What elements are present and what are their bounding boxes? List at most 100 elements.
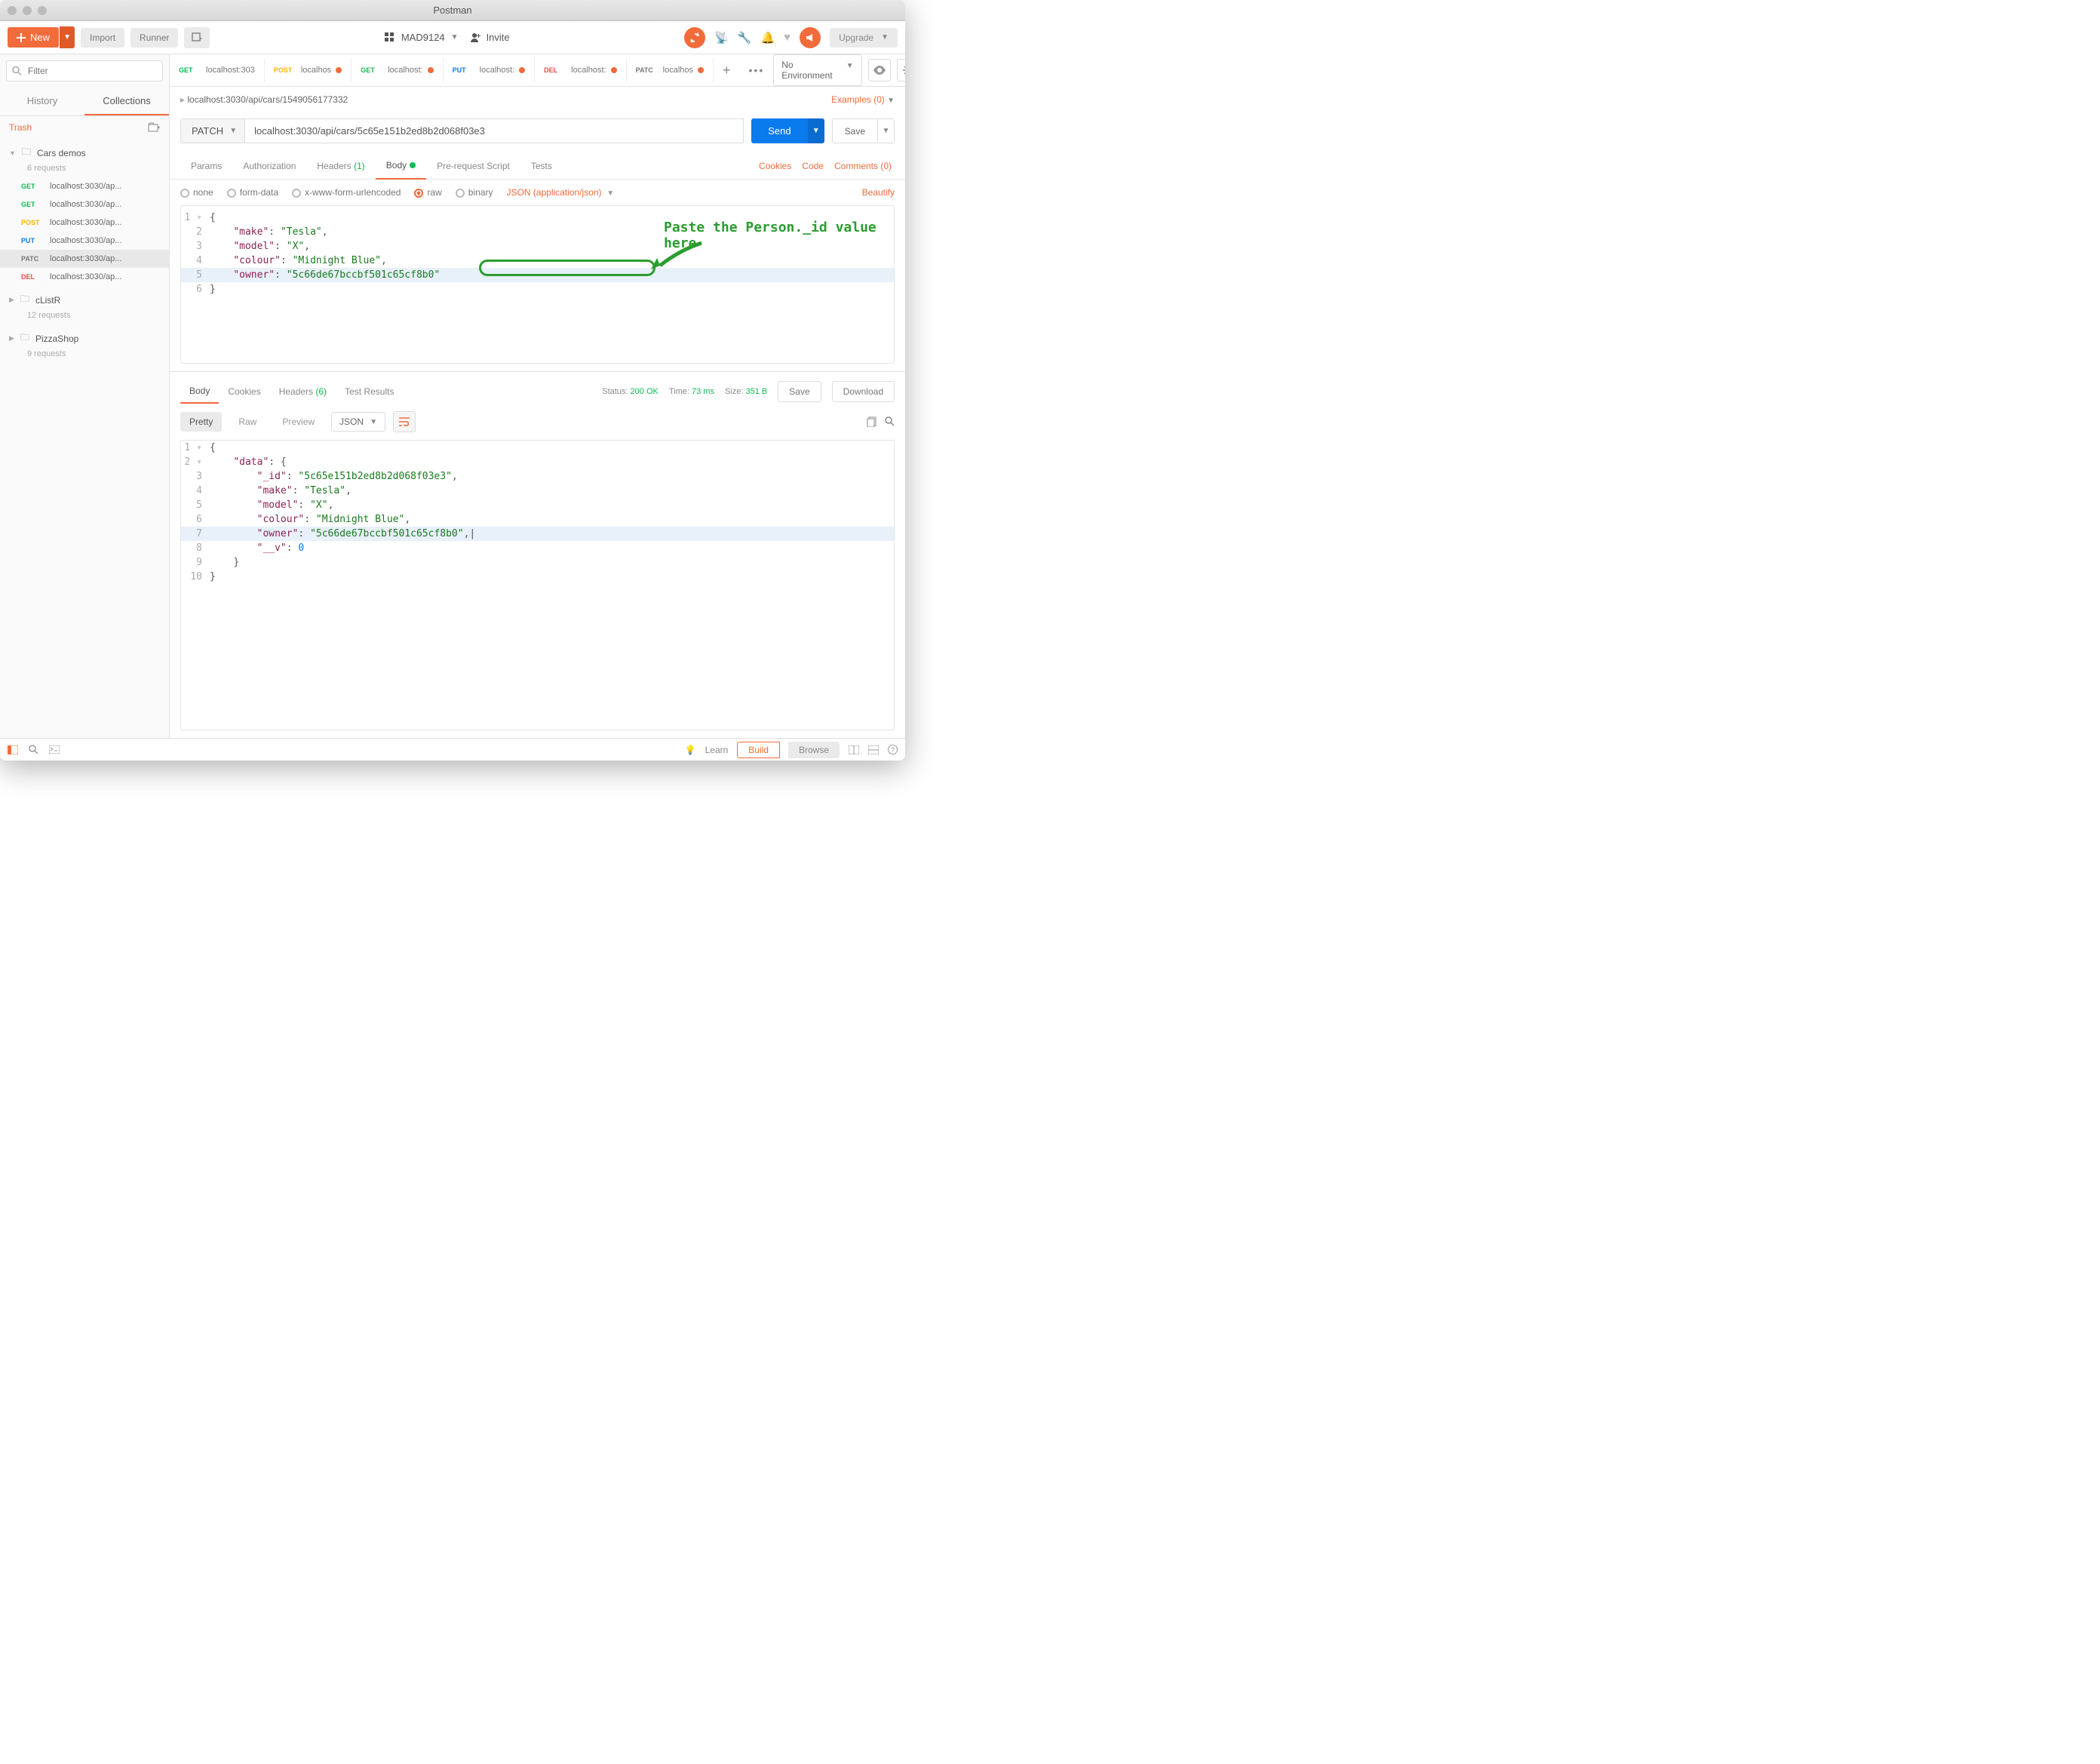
svg-text:?: ? bbox=[891, 746, 895, 754]
runner-button[interactable]: Runner bbox=[130, 28, 178, 48]
collection-folder[interactable]: ▼🗀Cars demos bbox=[0, 139, 169, 167]
beautify-link[interactable]: Beautify bbox=[862, 187, 895, 198]
tab-options-button[interactable]: ••• bbox=[740, 64, 774, 76]
comments-link[interactable]: Comments (0) bbox=[834, 161, 892, 171]
bodytype-none[interactable]: none bbox=[180, 187, 213, 198]
user-avatar[interactable] bbox=[800, 27, 821, 48]
find-icon[interactable] bbox=[29, 745, 38, 754]
invite-button[interactable]: Invite bbox=[471, 32, 510, 43]
body-indicator-dot bbox=[410, 162, 416, 168]
resp-format-selector[interactable]: JSON▼ bbox=[331, 412, 385, 432]
resp-view-raw[interactable]: Raw bbox=[229, 412, 266, 432]
sidebar-request-item[interactable]: GETlocalhost:3030/ap... bbox=[0, 177, 169, 195]
sync-icon bbox=[689, 32, 700, 43]
environment-selector[interactable]: No Environment ▼ bbox=[773, 54, 861, 86]
code-link[interactable]: Code bbox=[802, 161, 824, 171]
url-input[interactable] bbox=[244, 118, 744, 143]
new-button-dropdown[interactable]: ▼ bbox=[60, 26, 75, 48]
satellite-icon[interactable]: 📡 bbox=[714, 31, 729, 45]
help-icon[interactable]: ? bbox=[888, 745, 898, 754]
request-tab[interactable]: DELlocalhost: bbox=[535, 58, 626, 82]
window-icon bbox=[192, 32, 202, 43]
sidebar: History Collections Trash ▼🗀Cars demos6 … bbox=[0, 54, 170, 738]
browse-button[interactable]: Browse bbox=[788, 742, 840, 758]
sidebar-request-item[interactable]: PATClocalhost:3030/ap... bbox=[0, 250, 169, 268]
sidebar-request-item[interactable]: GETlocalhost:3030/ap... bbox=[0, 195, 169, 214]
layout-icon[interactable] bbox=[868, 745, 879, 754]
grid-icon bbox=[385, 32, 395, 43]
settings-button[interactable] bbox=[897, 59, 905, 81]
wrap-lines-button[interactable] bbox=[393, 411, 416, 432]
learn-link[interactable]: Learn bbox=[705, 745, 729, 755]
collection-folder[interactable]: ▶🗀PizzaShop bbox=[0, 324, 169, 352]
request-tab[interactable]: PATClocalhos bbox=[627, 58, 714, 82]
request-body-editor[interactable]: 1 ▾{ 2 "make": "Tesla", 3 "model": "X", … bbox=[180, 205, 895, 364]
bodytype-xwww[interactable]: x-www-form-urlencoded bbox=[292, 187, 401, 198]
download-response-button[interactable]: Download bbox=[832, 381, 895, 402]
send-button-dropdown[interactable]: ▼ bbox=[808, 118, 824, 143]
build-button[interactable]: Build bbox=[737, 742, 780, 758]
save-button-dropdown[interactable]: ▼ bbox=[878, 118, 895, 143]
resp-tab-cookies[interactable]: Cookies bbox=[219, 380, 269, 403]
request-tab[interactable]: POSTlocalhos bbox=[265, 58, 352, 82]
subtab-body[interactable]: Body bbox=[376, 152, 426, 180]
cookies-link[interactable]: Cookies bbox=[759, 161, 791, 171]
request-tab[interactable]: PUTlocalhost: bbox=[444, 58, 535, 82]
environment-quicklook-button[interactable] bbox=[868, 59, 891, 81]
request-tab[interactable]: GETlocalhost:303 bbox=[170, 58, 265, 82]
bodytype-raw[interactable]: raw bbox=[414, 187, 441, 198]
annotation-arrow bbox=[649, 239, 709, 277]
new-button[interactable]: New bbox=[8, 27, 59, 48]
bodytype-binary[interactable]: binary bbox=[456, 187, 493, 198]
workspace-selector[interactable]: MAD9124 ▼ bbox=[385, 32, 459, 43]
heart-icon[interactable]: ♥ bbox=[784, 31, 791, 44]
chevron-down-icon: ▼ bbox=[881, 33, 889, 41]
upgrade-button[interactable]: Upgrade ▼ bbox=[830, 28, 898, 48]
sync-button[interactable] bbox=[684, 27, 705, 48]
chevron-down-icon: ▼ bbox=[846, 62, 854, 70]
tab-collections[interactable]: Collections bbox=[84, 88, 169, 115]
subtab-authorization[interactable]: Authorization bbox=[232, 153, 306, 179]
sidebar-request-item[interactable]: POSTlocalhost:3030/ap... bbox=[0, 214, 169, 232]
subtab-headers[interactable]: Headers (1) bbox=[306, 153, 375, 179]
tab-history[interactable]: History bbox=[0, 88, 84, 115]
bodytype-formdata[interactable]: form-data bbox=[227, 187, 278, 198]
resp-view-preview[interactable]: Preview bbox=[273, 412, 324, 432]
two-pane-icon[interactable] bbox=[849, 745, 859, 754]
add-tab-button[interactable]: + bbox=[714, 63, 740, 78]
save-button[interactable]: Save bbox=[832, 118, 878, 143]
sidebar-request-item[interactable]: DELlocalhost:3030/ap... bbox=[0, 268, 169, 286]
copy-response-icon[interactable] bbox=[867, 416, 877, 427]
send-button[interactable]: Send bbox=[751, 118, 807, 143]
wrench-icon[interactable]: 🔧 bbox=[738, 31, 752, 45]
resp-tab-headers[interactable]: Headers (6) bbox=[270, 380, 336, 403]
resp-tab-testresults[interactable]: Test Results bbox=[336, 380, 403, 403]
content-type-selector[interactable]: JSON (application/json) ▼ bbox=[506, 187, 614, 198]
import-button[interactable]: Import bbox=[81, 28, 124, 48]
sidebar-request-item[interactable]: PUTlocalhost:3030/ap... bbox=[0, 232, 169, 250]
bell-icon[interactable]: 🔔 bbox=[760, 31, 775, 45]
wrap-icon bbox=[399, 417, 410, 426]
resp-tab-body[interactable]: Body bbox=[180, 380, 219, 404]
new-collection-icon[interactable] bbox=[148, 122, 160, 133]
breadcrumb: localhost:3030/api/cars/1549056177332 bbox=[187, 94, 348, 105]
save-response-button[interactable]: Save bbox=[778, 381, 821, 402]
sidebar-toggle-icon[interactable] bbox=[8, 745, 18, 754]
user-plus-icon bbox=[471, 32, 480, 42]
bootcamp-icon[interactable]: 💡 bbox=[685, 745, 696, 755]
trash-link[interactable]: Trash bbox=[9, 122, 32, 133]
megaphone-icon bbox=[806, 33, 815, 42]
new-window-button[interactable] bbox=[184, 27, 210, 48]
collection-folder[interactable]: ▶🗀cListR bbox=[0, 286, 169, 314]
search-response-icon[interactable] bbox=[885, 416, 895, 427]
subtab-prerequest[interactable]: Pre-request Script bbox=[426, 153, 520, 179]
method-selector[interactable]: PATCH ▼ bbox=[180, 118, 244, 143]
request-tab[interactable]: GETlocalhost: bbox=[352, 58, 443, 82]
filter-input[interactable] bbox=[6, 60, 163, 81]
resp-view-pretty[interactable]: Pretty bbox=[180, 412, 222, 432]
response-body-viewer[interactable]: 1 ▾{ 2 ▾ "data": { 3 "_id": "5c65e151b2e… bbox=[180, 440, 895, 730]
subtab-params[interactable]: Params bbox=[180, 153, 232, 179]
examples-link[interactable]: Examples (0) ▼ bbox=[831, 94, 895, 105]
console-icon[interactable] bbox=[49, 745, 60, 754]
subtab-tests[interactable]: Tests bbox=[520, 153, 563, 179]
